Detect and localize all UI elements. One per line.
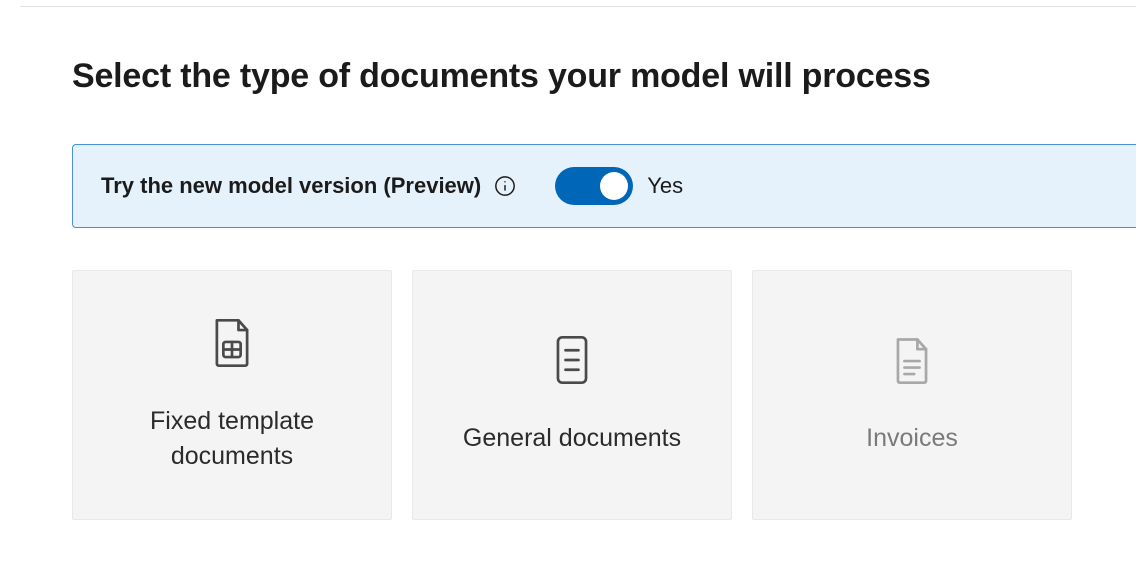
card-label: Invoices [866, 421, 958, 457]
preview-toggle[interactable] [555, 167, 633, 205]
document-lines-icon [550, 333, 594, 387]
preview-label: Try the new model version (Preview) [101, 173, 481, 199]
card-general-documents[interactable]: General documents [412, 270, 732, 520]
preview-toggle-value: Yes [647, 173, 683, 199]
preview-banner: Try the new model version (Preview) Yes [72, 144, 1136, 228]
document-type-cards: Fixed template documents General documen… [72, 270, 1136, 520]
card-label: General documents [463, 421, 681, 457]
info-icon[interactable] [493, 174, 517, 198]
card-invoices[interactable]: Invoices [752, 270, 1072, 520]
page-title: Select the type of documents your model … [72, 57, 1136, 96]
invoice-icon [890, 333, 934, 387]
document-template-icon [210, 316, 254, 370]
card-label: Fixed template documents [93, 404, 371, 475]
card-fixed-template-documents[interactable]: Fixed template documents [72, 270, 392, 520]
